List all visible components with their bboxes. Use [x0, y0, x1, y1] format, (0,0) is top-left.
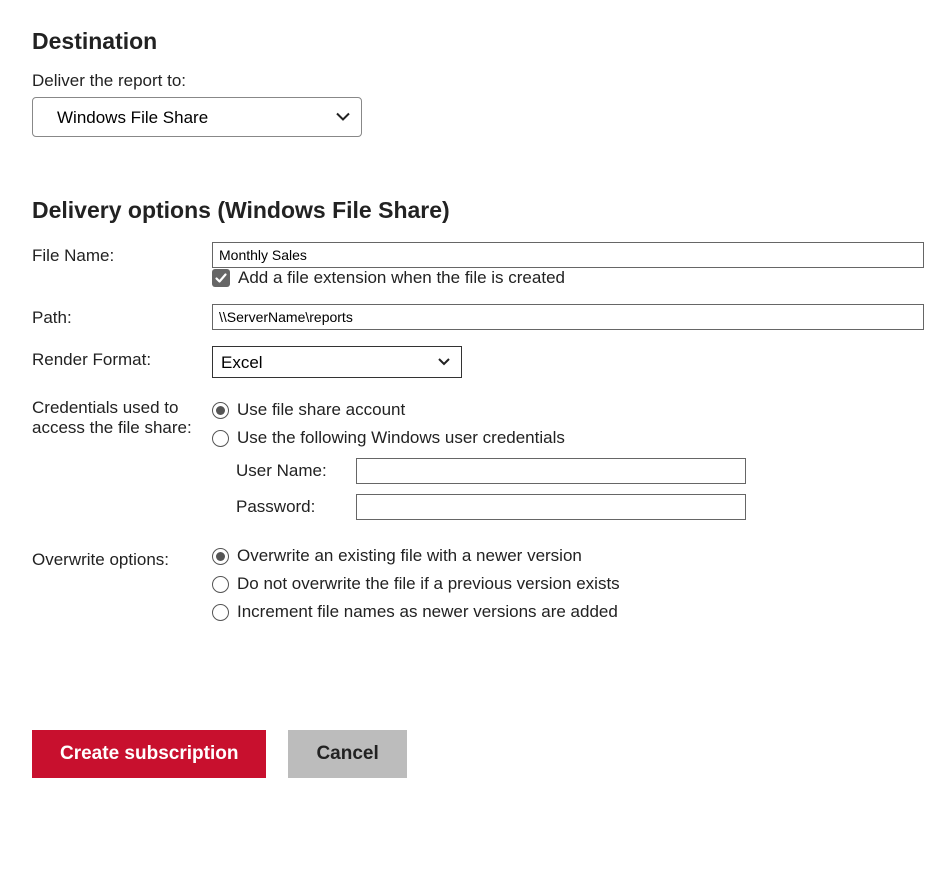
path-label: Path: — [32, 304, 212, 328]
file-name-input[interactable] — [212, 242, 924, 268]
file-name-label: File Name: — [32, 242, 212, 266]
delivery-options-heading: Delivery options (Windows File Share) — [32, 197, 914, 224]
overwrite-option-label: Do not overwrite the file if a previous … — [237, 574, 620, 594]
add-extension-label: Add a file extension when the file is cr… — [238, 268, 565, 288]
deliver-to-label: Deliver the report to: — [32, 71, 914, 91]
cancel-button[interactable]: Cancel — [288, 730, 406, 778]
password-input[interactable] — [356, 494, 746, 520]
render-format-select[interactable]: Excel — [212, 346, 462, 378]
destination-select-wrap: Windows File Share — [32, 97, 362, 137]
radio-unselected-icon — [212, 430, 229, 447]
user-name-input[interactable] — [356, 458, 746, 484]
radio-selected-icon — [212, 402, 229, 419]
radio-selected-icon — [212, 548, 229, 565]
credentials-label: Credentials used to access the file shar… — [32, 394, 212, 438]
render-format-label: Render Format: — [32, 346, 212, 370]
overwrite-radio-overwrite[interactable]: Overwrite an existing file with a newer … — [212, 546, 924, 566]
checkbox-checked-icon — [212, 269, 230, 287]
password-label: Password: — [236, 497, 346, 517]
overwrite-radio-no-overwrite[interactable]: Do not overwrite the file if a previous … — [212, 574, 924, 594]
radio-unselected-icon — [212, 604, 229, 621]
credentials-radio-windows-creds[interactable]: Use the following Windows user credentia… — [212, 428, 924, 448]
create-subscription-button[interactable]: Create subscription — [32, 730, 266, 778]
destination-heading: Destination — [32, 28, 914, 55]
credentials-option-label: Use file share account — [237, 400, 405, 420]
credentials-radio-share-account[interactable]: Use file share account — [212, 400, 924, 420]
overwrite-option-label: Increment file names as newer versions a… — [237, 602, 618, 622]
user-name-label: User Name: — [236, 461, 346, 481]
destination-select[interactable]: Windows File Share — [32, 97, 362, 137]
overwrite-label: Overwrite options: — [32, 546, 212, 570]
render-format-select-wrap: Excel — [212, 346, 462, 378]
credentials-option-label: Use the following Windows user credentia… — [237, 428, 565, 448]
overwrite-option-label: Overwrite an existing file with a newer … — [237, 546, 582, 566]
add-extension-checkbox-row[interactable]: Add a file extension when the file is cr… — [212, 268, 924, 288]
overwrite-radio-increment[interactable]: Increment file names as newer versions a… — [212, 602, 924, 622]
radio-unselected-icon — [212, 576, 229, 593]
path-input[interactable] — [212, 304, 924, 330]
